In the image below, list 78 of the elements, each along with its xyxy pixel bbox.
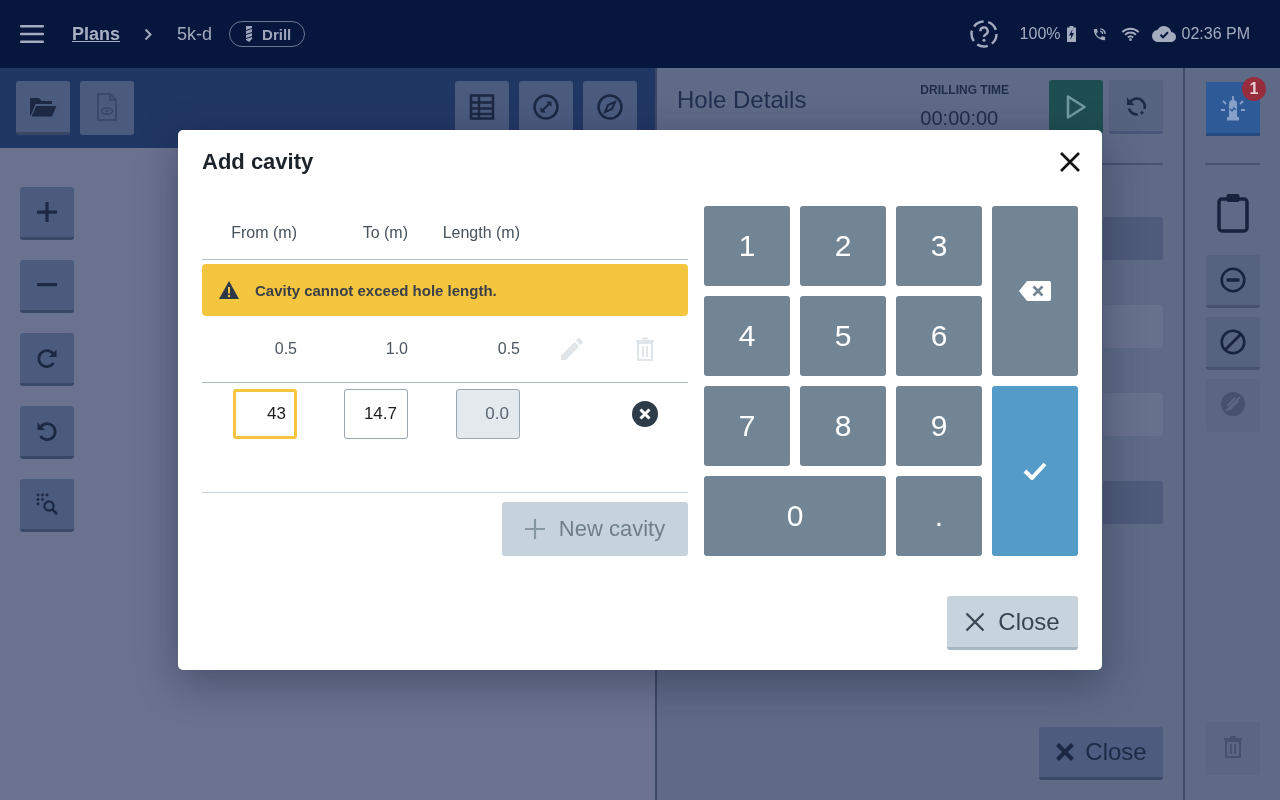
beacon-icon — [1219, 95, 1247, 123]
input-field[interactable] — [1103, 481, 1163, 524]
undo-button[interactable] — [20, 406, 74, 459]
table-cell-text: 1.0 — [384, 340, 408, 358]
breadcrumb-link[interactable]: Plans — [72, 23, 121, 45]
play-button[interactable] — [1049, 80, 1103, 134]
column-header: Length (m) — [441, 223, 520, 242]
rail-button[interactable] — [1205, 255, 1260, 308]
redo-button[interactable] — [20, 333, 74, 386]
redo-icon — [36, 347, 58, 369]
cloud-check-icon — [1151, 26, 1176, 42]
table-cell-text: 0.5 — [496, 340, 520, 358]
input-field[interactable]: 43 — [233, 389, 297, 439]
plus-icon — [524, 519, 545, 539]
timer-value: 00:00:00 — [920, 106, 1000, 130]
input-field[interactable] — [1103, 217, 1163, 260]
folder-icon — [29, 95, 57, 118]
phone-icon — [1091, 26, 1107, 42]
warning-icon — [219, 281, 239, 299]
input-field[interactable]: 14.7 — [344, 389, 408, 439]
column-header: From (m) — [230, 223, 297, 242]
keypad-key[interactable]: 7 — [704, 386, 790, 466]
undo-icon — [36, 420, 58, 442]
keypad-key[interactable]: 4 — [704, 296, 790, 376]
play-icon — [1065, 94, 1087, 120]
close-icon — [965, 611, 986, 632]
notification-badge: 1 — [1242, 77, 1266, 101]
minus-icon — [37, 283, 57, 287]
expand-arrows-icon — [533, 93, 559, 120]
keypad-key[interactable]: 8 — [800, 386, 886, 466]
keypad-key[interactable]: 9 — [896, 386, 982, 466]
panel-title: Hole Details — [677, 86, 807, 114]
dotted-search-icon — [36, 493, 58, 515]
backspace-key[interactable] — [992, 206, 1078, 376]
breadcrumb-current: 5k-d — [177, 23, 213, 45]
clipboard-icon[interactable] — [1216, 193, 1249, 233]
table-icon — [469, 93, 495, 120]
close-icon — [1055, 742, 1076, 762]
reset-button[interactable] — [1109, 80, 1163, 134]
block-icon — [1219, 329, 1246, 355]
help-icon[interactable] — [969, 20, 998, 48]
rotate-icon — [1125, 94, 1147, 117]
minus-circle-icon — [1219, 267, 1246, 293]
close-icon[interactable] — [1059, 151, 1081, 173]
alert-button[interactable]: 1 — [1206, 77, 1266, 136]
backspace-icon — [1019, 281, 1051, 301]
clock-time: 02:36 PM — [1181, 25, 1250, 43]
keypad-key[interactable]: 0 — [704, 476, 886, 556]
table-cell-text: 0.5 — [273, 340, 297, 358]
zoom-out-button[interactable] — [20, 260, 74, 313]
keypad-key[interactable]: 6 — [896, 296, 982, 376]
wifi-icon — [1120, 27, 1140, 41]
input-field[interactable] — [1103, 305, 1163, 348]
close-button[interactable]: Close — [1039, 727, 1163, 780]
rail-button[interactable] — [1205, 317, 1260, 370]
timer-label: DRILLING TIME — [920, 83, 1009, 97]
close-button[interactable]: Close — [947, 596, 1078, 650]
warning-message: Cavity cannot exceed hole length. — [255, 281, 497, 299]
battery-charging-icon — [1066, 26, 1076, 42]
keypad-key[interactable]: 3 — [896, 206, 982, 286]
keypad-key[interactable]: 5 — [800, 296, 886, 376]
input-field[interactable] — [1103, 393, 1163, 436]
column-header: To (m) — [361, 223, 408, 242]
menu-icon[interactable] — [20, 25, 44, 43]
battery-percentage: 100% — [1019, 25, 1061, 43]
remove-circle-icon[interactable] — [632, 401, 658, 427]
search-area-button[interactable] — [20, 479, 74, 532]
chevron-right-icon — [144, 27, 153, 41]
check-icon — [1023, 462, 1047, 480]
keypad-key[interactable]: . — [896, 476, 982, 556]
compass-icon — [597, 93, 623, 120]
tag-label: Drill — [262, 25, 292, 43]
drill-bit-icon — [244, 26, 255, 42]
keypad-key[interactable]: 2 — [800, 206, 886, 286]
plus-icon — [37, 202, 57, 222]
zoom-in-button[interactable] — [20, 187, 74, 240]
keypad-key[interactable]: 1 — [704, 206, 790, 286]
dialog-title: Add cavity — [202, 149, 314, 175]
